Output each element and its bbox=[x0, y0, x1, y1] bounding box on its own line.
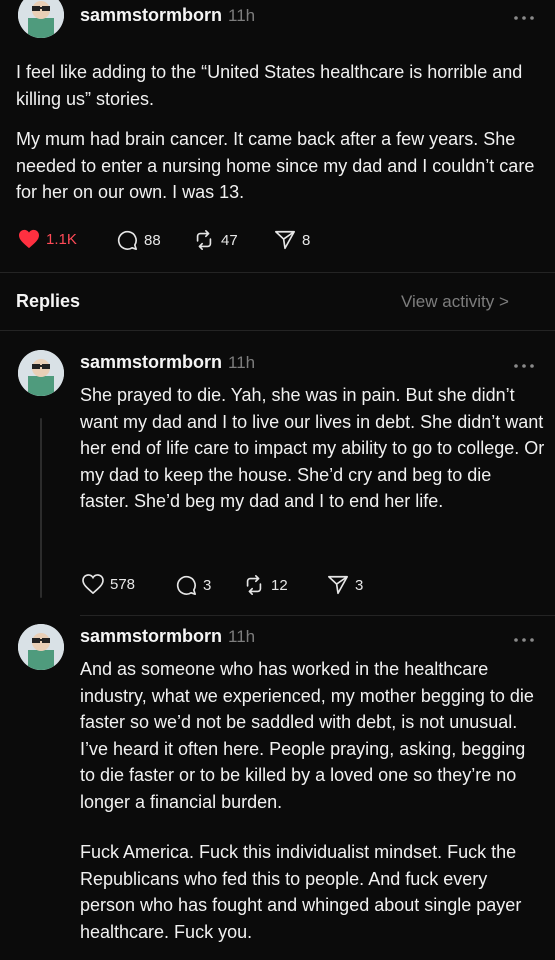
share-button[interactable]: 8 bbox=[274, 229, 310, 251]
more-icon[interactable] bbox=[512, 358, 536, 368]
share-count: 8 bbox=[302, 231, 311, 249]
share-count: 3 bbox=[355, 576, 364, 594]
repost-icon bbox=[246, 575, 262, 595]
reply-text: She prayed to die. Yah, she was in pain.… bbox=[80, 385, 545, 511]
timestamp: 11h bbox=[228, 6, 256, 25]
avatar[interactable] bbox=[18, 0, 64, 38]
more-icon[interactable] bbox=[512, 632, 536, 642]
username[interactable]: sammstormborn bbox=[80, 5, 222, 25]
repost-icon bbox=[196, 230, 212, 250]
divider bbox=[0, 272, 555, 273]
divider bbox=[80, 615, 555, 616]
avatar[interactable] bbox=[18, 350, 64, 396]
comment-icon bbox=[176, 575, 196, 595]
repost-count: 12 bbox=[271, 576, 288, 594]
reply-button[interactable]: 88 bbox=[116, 229, 161, 251]
post-text: My mum had brain cancer. It came back af… bbox=[16, 129, 535, 202]
reply-text: Fuck America. Fuck this individualist mi… bbox=[80, 842, 522, 942]
username[interactable]: sammstormborn bbox=[80, 352, 222, 372]
view-activity-link[interactable]: View activity > bbox=[401, 292, 509, 312]
reply-count: 88 bbox=[144, 231, 161, 249]
comment-icon bbox=[117, 230, 137, 250]
more-icon[interactable] bbox=[512, 10, 536, 20]
divider bbox=[0, 330, 555, 331]
thread-line bbox=[40, 418, 42, 598]
repost-count: 47 bbox=[221, 231, 238, 249]
reply-header: sammstormborn 11h bbox=[80, 352, 255, 373]
reply-text: And as someone who has worked in the hea… bbox=[80, 659, 534, 812]
share-icon bbox=[275, 230, 295, 250]
heart-icon bbox=[19, 229, 39, 249]
reply-button[interactable]: 3 bbox=[175, 574, 211, 596]
reply-count: 3 bbox=[203, 576, 212, 594]
post-header: sammstormborn 11h bbox=[80, 5, 255, 26]
reply-header: sammstormborn 11h bbox=[80, 626, 255, 647]
repost-button[interactable]: 12 bbox=[243, 574, 288, 596]
like-count: 1.1K bbox=[46, 230, 77, 248]
like-button[interactable]: 578 bbox=[82, 574, 135, 594]
post-text: I feel like adding to the “United States… bbox=[16, 62, 523, 109]
timestamp: 11h bbox=[228, 353, 256, 372]
replies-title: Replies bbox=[16, 291, 81, 311]
share-button[interactable]: 3 bbox=[327, 574, 363, 596]
avatar[interactable] bbox=[18, 624, 64, 670]
share-icon bbox=[328, 575, 348, 595]
like-button[interactable]: 1.1K bbox=[18, 229, 77, 249]
timestamp: 11h bbox=[228, 627, 256, 646]
like-count: 578 bbox=[110, 575, 136, 593]
username[interactable]: sammstormborn bbox=[80, 626, 222, 646]
repost-button[interactable]: 47 bbox=[193, 229, 238, 251]
heart-icon bbox=[82, 574, 104, 594]
